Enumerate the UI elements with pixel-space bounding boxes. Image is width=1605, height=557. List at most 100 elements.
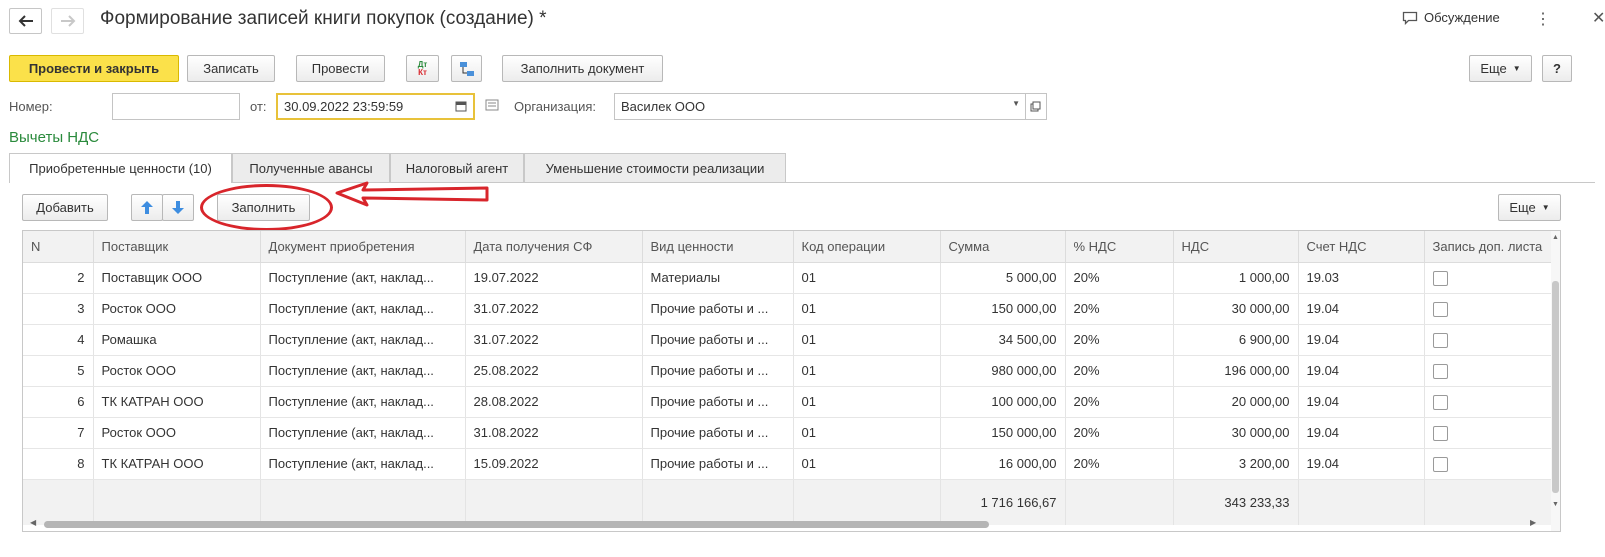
row-vat[interactable]: 30 000,00 bbox=[1173, 293, 1299, 325]
table-row[interactable]: 5 Росток ООО Поступление (акт, наклад... 25… bbox=[23, 355, 1554, 387]
row-date[interactable]: 28.08.2022 bbox=[465, 386, 643, 418]
post-button[interactable]: Провести bbox=[296, 55, 385, 82]
row-kind[interactable]: Прочие работы и ... bbox=[642, 324, 794, 356]
row-sum[interactable]: 150 000,00 bbox=[940, 293, 1066, 325]
row-supplier[interactable]: Поставщик ООО bbox=[93, 262, 261, 294]
table-row[interactable]: 7 Росток ООО Поступление (акт, наклад... 31… bbox=[23, 417, 1554, 449]
row-kind[interactable]: Прочие работы и ... bbox=[642, 417, 794, 449]
extra-sheet-checkbox[interactable] bbox=[1432, 394, 1448, 410]
row-code[interactable]: 01 bbox=[793, 293, 941, 325]
row-kind[interactable]: Прочие работы и ... bbox=[642, 355, 794, 387]
extra-sheet-checkbox[interactable] bbox=[1432, 270, 1448, 286]
row-kind[interactable]: Прочие работы и ... bbox=[642, 293, 794, 325]
row-rate[interactable]: 20% bbox=[1065, 448, 1174, 480]
row-vat[interactable]: 20 000,00 bbox=[1173, 386, 1299, 418]
row-supplier[interactable]: Росток ООО bbox=[93, 417, 261, 449]
table-row[interactable]: 4 Ромашка Поступление (акт, наклад... 31.07… bbox=[23, 324, 1554, 356]
table-row[interactable]: 2 Поставщик ООО Поступление (акт, наклад..… bbox=[23, 262, 1554, 294]
vertical-scroll-thumb[interactable] bbox=[1552, 281, 1559, 493]
row-supplier[interactable]: Ромашка bbox=[93, 324, 261, 356]
row-kind[interactable]: Прочие работы и ... bbox=[642, 386, 794, 418]
row-rate[interactable]: 20% bbox=[1065, 417, 1174, 449]
row-code[interactable]: 01 bbox=[793, 386, 941, 418]
org-select[interactable]: Василек ООО ▼ bbox=[614, 93, 1026, 120]
row-vat[interactable]: 1 000,00 bbox=[1173, 262, 1299, 294]
close-icon[interactable]: ✕ bbox=[1592, 8, 1605, 28]
row-account[interactable]: 19.04 bbox=[1298, 448, 1425, 480]
scroll-down-icon[interactable]: ▼ bbox=[1552, 501, 1559, 508]
row-extra-sheet[interactable] bbox=[1424, 262, 1554, 294]
row-extra-sheet[interactable] bbox=[1424, 324, 1554, 356]
extra-sheet-checkbox[interactable] bbox=[1432, 456, 1448, 472]
row-sum[interactable]: 34 500,00 bbox=[940, 324, 1066, 356]
row-doc[interactable]: Поступление (акт, наклад... bbox=[260, 262, 466, 294]
document-icon[interactable] bbox=[485, 99, 499, 114]
row-account[interactable]: 19.04 bbox=[1298, 355, 1425, 387]
row-vat[interactable]: 30 000,00 bbox=[1173, 417, 1299, 449]
col-sum[interactable]: Сумма bbox=[940, 231, 1066, 263]
row-supplier[interactable]: ТК КАТРАН ООО bbox=[93, 448, 261, 480]
row-rate[interactable]: 20% bbox=[1065, 293, 1174, 325]
forward-button[interactable] bbox=[51, 8, 84, 34]
row-rate[interactable]: 20% bbox=[1065, 324, 1174, 356]
row-code[interactable]: 01 bbox=[793, 355, 941, 387]
extra-sheet-checkbox[interactable] bbox=[1432, 425, 1448, 441]
row-doc[interactable]: Поступление (акт, наклад... bbox=[260, 417, 466, 449]
row-n[interactable]: 6 bbox=[23, 386, 94, 418]
row-rate[interactable]: 20% bbox=[1065, 386, 1174, 418]
col-rate[interactable]: % НДС bbox=[1065, 231, 1174, 263]
row-extra-sheet[interactable] bbox=[1424, 386, 1554, 418]
row-vat[interactable]: 6 900,00 bbox=[1173, 324, 1299, 356]
extra-sheet-checkbox[interactable] bbox=[1432, 332, 1448, 348]
row-account[interactable]: 19.04 bbox=[1298, 386, 1425, 418]
row-n[interactable]: 5 bbox=[23, 355, 94, 387]
row-n[interactable]: 4 bbox=[23, 324, 94, 356]
calendar-icon[interactable] bbox=[455, 100, 467, 115]
number-input[interactable] bbox=[112, 93, 240, 120]
open-org-button[interactable] bbox=[1025, 93, 1047, 120]
structure-button[interactable] bbox=[451, 55, 482, 82]
table-row[interactable]: 8 ТК КАТРАН ООО Поступление (акт, наклад..… bbox=[23, 448, 1554, 480]
horizontal-scroll-thumb[interactable] bbox=[44, 521, 989, 528]
row-date[interactable]: 15.09.2022 bbox=[465, 448, 643, 480]
save-button[interactable]: Записать bbox=[187, 55, 275, 82]
row-rate[interactable]: 20% bbox=[1065, 262, 1174, 294]
row-code[interactable]: 01 bbox=[793, 417, 941, 449]
row-vat[interactable]: 196 000,00 bbox=[1173, 355, 1299, 387]
row-kind[interactable]: Прочие работы и ... bbox=[642, 448, 794, 480]
col-kind[interactable]: Вид ценности bbox=[642, 231, 794, 263]
move-up-button[interactable] bbox=[131, 194, 163, 221]
row-code[interactable]: 01 bbox=[793, 324, 941, 356]
col-supplier[interactable]: Поставщик bbox=[93, 231, 261, 263]
row-kind[interactable]: Материалы bbox=[642, 262, 794, 294]
row-account[interactable]: 19.04 bbox=[1298, 417, 1425, 449]
row-date[interactable]: 31.07.2022 bbox=[465, 293, 643, 325]
row-date[interactable]: 31.08.2022 bbox=[465, 417, 643, 449]
fill-document-button[interactable]: Заполнить документ bbox=[502, 55, 663, 82]
row-supplier[interactable]: Росток ООО bbox=[93, 293, 261, 325]
row-sum[interactable]: 16 000,00 bbox=[940, 448, 1066, 480]
extra-sheet-checkbox[interactable] bbox=[1432, 301, 1448, 317]
row-n[interactable]: 7 bbox=[23, 417, 94, 449]
row-sum[interactable]: 980 000,00 bbox=[940, 355, 1066, 387]
vertical-scrollbar[interactable]: ▲ ▼ bbox=[1551, 231, 1560, 531]
row-account[interactable]: 19.04 bbox=[1298, 324, 1425, 356]
row-extra-sheet[interactable] bbox=[1424, 448, 1554, 480]
row-doc[interactable]: Поступление (акт, наклад... bbox=[260, 355, 466, 387]
row-supplier[interactable]: Росток ООО bbox=[93, 355, 261, 387]
back-button[interactable] bbox=[9, 8, 42, 34]
row-sum[interactable]: 100 000,00 bbox=[940, 386, 1066, 418]
col-date[interactable]: Дата получения СФ bbox=[465, 231, 643, 263]
extra-sheet-checkbox[interactable] bbox=[1432, 363, 1448, 379]
col-account[interactable]: Счет НДС bbox=[1298, 231, 1425, 263]
row-sum[interactable]: 5 000,00 bbox=[940, 262, 1066, 294]
row-vat[interactable]: 3 200,00 bbox=[1173, 448, 1299, 480]
row-date[interactable]: 31.07.2022 bbox=[465, 324, 643, 356]
row-extra-sheet[interactable] bbox=[1424, 417, 1554, 449]
col-n[interactable]: N bbox=[23, 231, 94, 263]
row-n[interactable]: 8 bbox=[23, 448, 94, 480]
row-rate[interactable]: 20% bbox=[1065, 355, 1174, 387]
col-code[interactable]: Код операции bbox=[793, 231, 941, 263]
row-account[interactable]: 19.04 bbox=[1298, 293, 1425, 325]
purchases-table[interactable]: N Поставщик Документ приобретения Дата п… bbox=[22, 230, 1561, 532]
